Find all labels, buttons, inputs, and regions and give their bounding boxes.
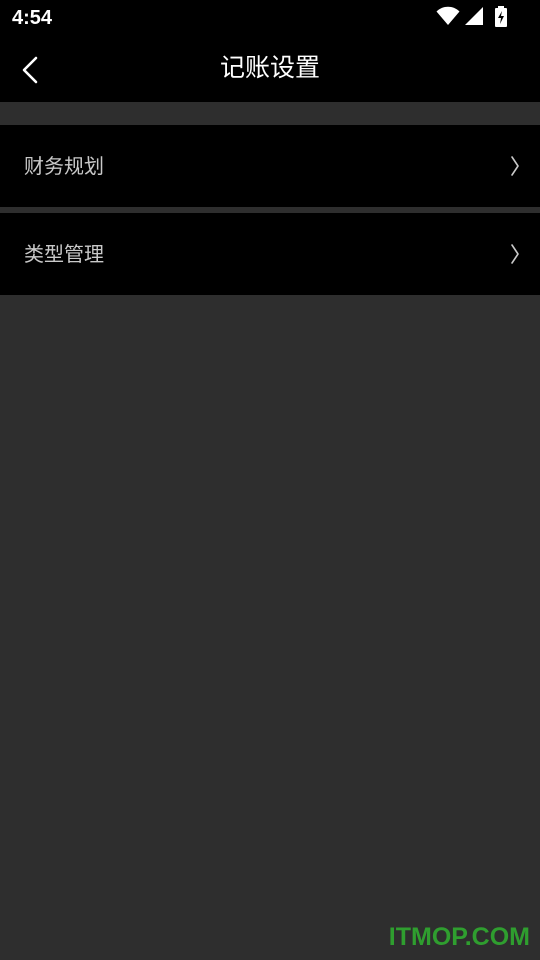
status-bar: 4:54	[0, 0, 540, 36]
section-spacer	[0, 102, 540, 125]
watermark: ITMOP.COM	[388, 923, 530, 951]
wifi-icon	[436, 6, 460, 25]
menu-item-type-management[interactable]: 类型管理	[0, 213, 540, 295]
app-bar: 记账设置	[0, 36, 540, 102]
chevron-right-icon	[511, 244, 519, 264]
page-title: 记账设置	[219, 53, 320, 82]
chevron-right-icon	[511, 156, 519, 176]
cell-signal-icon	[465, 7, 483, 25]
battery-charging-icon	[495, 6, 507, 27]
menu-item-financial-planning[interactable]: 财务规划	[0, 125, 540, 207]
menu-item-label: 类型管理	[24, 242, 104, 266]
status-time: 4:54	[12, 7, 53, 29]
menu-item-label: 财务规划	[24, 154, 104, 178]
